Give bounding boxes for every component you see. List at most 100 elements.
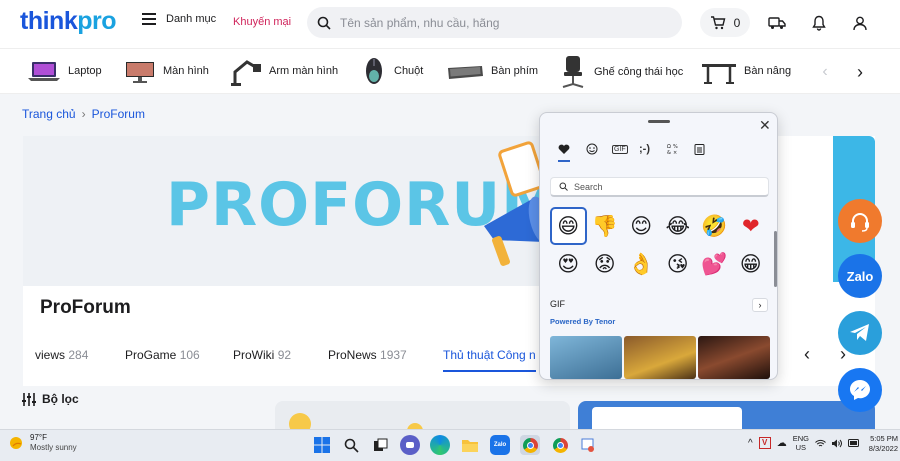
edge-browser-icon[interactable] <box>430 435 450 455</box>
site-logo[interactable]: thinkpro <box>20 4 116 38</box>
teams-chat-icon[interactable] <box>400 435 420 455</box>
tab-tips[interactable]: Thủ thuật Công n <box>443 348 536 372</box>
promotion-link[interactable]: Khuyến mại <box>233 16 291 28</box>
gif-more-button[interactable]: › <box>752 298 768 312</box>
clipboard-icon <box>694 144 705 155</box>
panel-scrollbar[interactable] <box>774 231 777 287</box>
svg-text:×: × <box>673 150 677 155</box>
mouse-icon <box>366 58 382 84</box>
filter-button[interactable]: Bộ lọc <box>22 392 79 406</box>
emoji-item[interactable]: 😟 <box>587 245 624 283</box>
category-prev-button[interactable]: ‹ <box>812 59 838 85</box>
weather-temperature: 97°F <box>30 433 47 442</box>
breadcrumb-separator: › <box>81 107 86 121</box>
cart-icon <box>710 15 726 29</box>
category-chair[interactable]: Ghế công thái học <box>558 54 683 90</box>
emoji-item[interactable]: 🤣 <box>696 207 733 245</box>
emoji-item[interactable]: 💕 <box>696 245 733 283</box>
emoji-item[interactable]: 😊 <box>623 207 660 245</box>
chair-icon <box>562 56 584 88</box>
snipping-tool-icon[interactable] <box>578 435 598 455</box>
emoji-item[interactable]: ❤ <box>733 207 770 245</box>
task-view-icon[interactable] <box>370 435 390 455</box>
desk-icon <box>702 64 736 84</box>
svg-text:&: & <box>667 150 671 155</box>
panel-drag-handle[interactable] <box>648 120 670 123</box>
category-laptop[interactable]: Laptop <box>26 54 102 88</box>
user-icon <box>853 16 867 30</box>
bell-icon <box>812 15 826 31</box>
gif-thumbnail[interactable] <box>698 336 770 379</box>
emoji-search-input[interactable]: Search <box>550 177 769 197</box>
emoji-item[interactable]: 👎 <box>587 207 624 245</box>
zalo-app-icon[interactable]: Zalo <box>490 435 510 455</box>
telegram-icon <box>850 324 869 341</box>
notification-button[interactable] <box>804 8 834 38</box>
emoji-item[interactable]: 😂 <box>660 207 697 245</box>
battery-icon[interactable] <box>847 439 860 447</box>
heart-recent-icon <box>558 144 570 154</box>
zalo-button[interactable]: Zalo <box>838 254 882 298</box>
category-next-button[interactable]: › <box>847 59 873 85</box>
emoji-item[interactable]: 😁 <box>733 245 770 283</box>
category-menu-button[interactable]: Danh mục <box>142 13 216 25</box>
emoji-grid: 😄 👎 😊 😂 🤣 ❤ 😍 😟 👌 😘 💕 😁 <box>550 207 770 283</box>
close-icon[interactable]: ✕ <box>759 117 771 134</box>
tab-pronews[interactable]: ProNews 1937 <box>328 348 407 362</box>
emoji-item[interactable]: 😍 <box>550 245 587 283</box>
breadcrumb: Trang chủ › ProForum <box>22 107 145 121</box>
weather-widget[interactable]: 97°F Mostly sunny <box>8 433 77 453</box>
file-explorer-icon[interactable] <box>460 435 480 455</box>
laptop-icon <box>28 62 60 81</box>
gif-thumbnail[interactable] <box>624 336 696 379</box>
wifi-icon[interactable] <box>815 439 826 448</box>
emoji-item[interactable]: 👌 <box>623 245 660 283</box>
category-mouse[interactable]: Chuột <box>360 54 423 88</box>
tabs-prev-button[interactable]: ‹ <box>794 341 820 367</box>
cart-button[interactable]: 0 <box>700 8 750 37</box>
chevron-up-icon[interactable]: ^ <box>748 438 753 449</box>
tab-reviews[interactable]: views 284 <box>35 348 88 362</box>
breadcrumb-home[interactable]: Trang chủ <box>22 107 76 121</box>
search-icon[interactable] <box>341 435 361 455</box>
tab-clipboard[interactable] <box>694 143 705 158</box>
breadcrumb-current[interactable]: ProForum <box>92 107 145 121</box>
tab-emoji[interactable] <box>586 143 598 158</box>
sun-icon <box>10 437 22 449</box>
windows-start-icon[interactable] <box>312 435 332 455</box>
chevron-left-icon: ‹ <box>804 343 810 364</box>
post-card[interactable] <box>275 401 570 439</box>
system-clock[interactable]: 5:05 PM 8/3/2022 <box>868 434 898 454</box>
category-keyboard[interactable]: Bàn phím <box>445 54 538 88</box>
tab-progame[interactable]: ProGame 106 <box>125 348 200 362</box>
search-input[interactable] <box>340 15 660 30</box>
chrome-browser-icon[interactable] <box>520 435 540 455</box>
tab-gif[interactable]: GIF <box>612 145 628 154</box>
truck-icon <box>768 17 786 29</box>
delivery-button[interactable] <box>762 8 792 38</box>
gif-thumbnail[interactable] <box>550 336 622 379</box>
tab-symbols[interactable]: Ω% & × <box>667 143 679 158</box>
category-standing-desk[interactable]: Bàn nâng <box>700 54 791 88</box>
tab-kaomoji[interactable]: ;-) <box>639 143 650 155</box>
support-button[interactable] <box>838 199 882 243</box>
search-bar[interactable] <box>307 7 682 38</box>
volume-icon[interactable] <box>831 439 842 448</box>
category-bar: Laptop Màn hình Arm màn hình Chuột Bàn p… <box>0 48 900 94</box>
telegram-button[interactable] <box>838 311 882 355</box>
gif-icon: GIF <box>614 146 626 153</box>
emoji-item[interactable]: 😘 <box>660 245 697 283</box>
onedrive-cloud-icon[interactable]: ☁ <box>777 438 787 449</box>
antivirus-icon[interactable]: V <box>758 437 771 449</box>
tab-recent[interactable] <box>558 143 570 162</box>
kaomoji-icon: ;-) <box>639 143 650 155</box>
language-indicator[interactable]: ENG US <box>793 434 809 452</box>
messenger-button[interactable] <box>838 368 882 412</box>
account-button[interactable] <box>845 8 875 38</box>
post-card[interactable] <box>578 401 875 437</box>
emoji-item[interactable]: 😄 <box>550 207 587 245</box>
category-monitor-arm[interactable]: Arm màn hình <box>229 54 338 88</box>
chrome-browser-icon[interactable] <box>550 435 570 455</box>
category-monitor[interactable]: Màn hình <box>123 54 209 88</box>
tab-prowiki[interactable]: ProWiki 92 <box>233 348 291 362</box>
